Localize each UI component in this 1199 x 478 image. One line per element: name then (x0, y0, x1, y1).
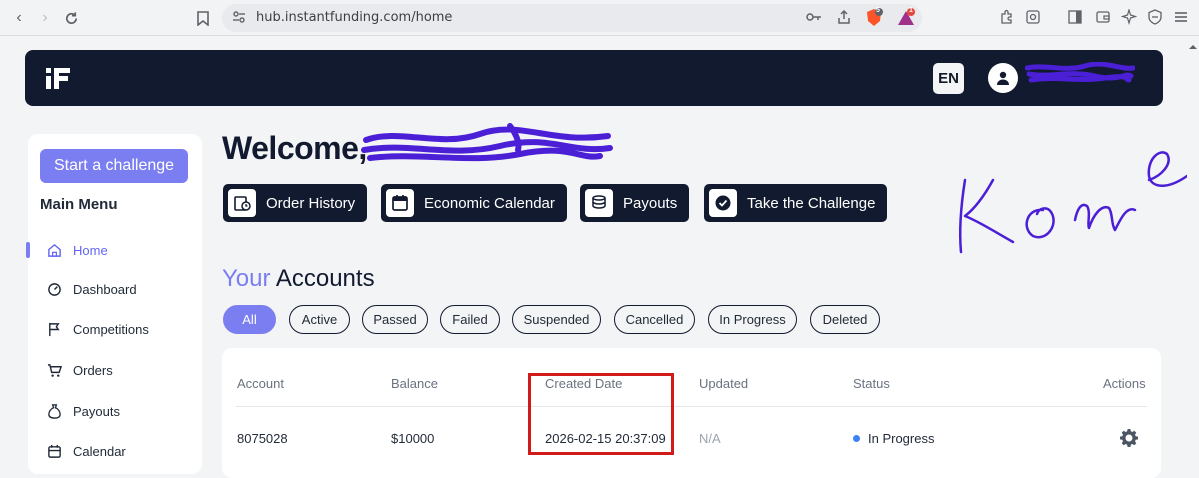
filter-all[interactable]: All (223, 305, 276, 334)
avatar[interactable] (988, 63, 1018, 93)
dashboard-icon (46, 281, 62, 297)
vpn-shield-icon[interactable] (1146, 8, 1164, 26)
filter-failed[interactable]: Failed (440, 305, 500, 334)
badge-check-icon (709, 189, 737, 217)
sidebar-item-home[interactable]: Home (46, 238, 108, 262)
brave-shield-icon[interactable]: 5 (864, 7, 884, 33)
handwritten-annotation (958, 151, 1189, 254)
extensions-icon[interactable] (998, 8, 1016, 26)
calendar-icon (46, 443, 62, 459)
flag-icon (46, 321, 62, 337)
browser-toolbar: ‹ › hub.instantfunding.com/home 5 1 (0, 0, 1199, 36)
column-header-account[interactable]: Account (237, 376, 284, 391)
header-divider (236, 406, 1147, 407)
column-header-updated[interactable]: Updated (699, 376, 748, 391)
bookmark-icon[interactable] (192, 7, 214, 29)
sidebar-item-orders[interactable]: Orders (46, 358, 113, 382)
highlight-box (528, 373, 674, 455)
app-header: EN (25, 50, 1163, 106)
shield-badge: 5 (876, 7, 880, 14)
home-icon (46, 242, 62, 258)
sidebar: Start a challenge Main Menu Home Dashboa… (26, 134, 202, 474)
settings-gear-icon[interactable] (1119, 428, 1139, 448)
share-icon[interactable] (836, 9, 852, 30)
page-scrollbar[interactable] (1187, 40, 1199, 463)
cart-icon (46, 362, 62, 378)
leo-ai-icon[interactable] (1120, 8, 1138, 26)
order-history-button[interactable]: Order History (223, 184, 368, 222)
cell-status: In Progress (853, 431, 934, 446)
sidebar-item-label: Orders (73, 362, 113, 378)
redacted-username-scribble (1025, 62, 1135, 83)
economic-calendar-button[interactable]: Economic Calendar (381, 184, 567, 222)
back-icon[interactable]: ‹ (8, 7, 30, 29)
order-history-icon (228, 189, 256, 217)
filter-passed[interactable]: Passed (362, 305, 428, 334)
site-info-icon[interactable] (232, 10, 246, 29)
url-text: hub.instantfunding.com/home (256, 10, 453, 25)
scroll-up-icon (1189, 45, 1197, 49)
sidebar-item-label: Payouts (73, 403, 120, 419)
start-challenge-button[interactable]: Start a challenge (40, 149, 188, 183)
instant-funding-logo[interactable] (45, 65, 71, 91)
key-icon[interactable] (806, 10, 822, 29)
column-header-balance[interactable]: Balance (391, 376, 438, 391)
column-header-actions: Actions (1103, 376, 1146, 391)
sidebar-item-label: Dashboard (73, 281, 137, 297)
wallet-icon[interactable] (1094, 8, 1112, 26)
menu-icon[interactable] (1172, 8, 1190, 26)
status-label: In Progress (868, 431, 935, 446)
cell-updated: N/A (699, 431, 721, 446)
accounts-title-prefix: Your (222, 265, 271, 292)
accounts-title: Your Accounts (222, 265, 375, 293)
quick-action-label: Order History (266, 194, 356, 212)
sidebar-item-calendar[interactable]: Calendar (46, 439, 126, 463)
sidebar-item-dashboard[interactable]: Dashboard (46, 277, 137, 301)
filter-deleted[interactable]: Deleted (810, 305, 880, 334)
sidebar-toggle-icon[interactable] (1066, 8, 1084, 26)
accounts-table: Account Balance Created Date Updated Sta… (222, 348, 1161, 478)
screenshot-icon[interactable] (1024, 8, 1042, 26)
sidebar-item-payouts[interactable]: Payouts (46, 399, 120, 423)
take-challenge-button[interactable]: Take the Challenge (704, 184, 888, 222)
column-header-status[interactable]: Status (853, 376, 890, 391)
user-icon (997, 71, 1009, 85)
quick-action-label: Take the Challenge (747, 194, 876, 212)
brave-rewards-icon[interactable]: 1 (896, 7, 916, 33)
payouts-button[interactable]: Payouts (580, 184, 690, 222)
status-dot-icon (853, 435, 860, 443)
sidebar-item-label: Competitions (73, 321, 149, 337)
main-menu-title: Main Menu (40, 196, 118, 213)
quick-action-label: Payouts (623, 194, 678, 212)
redacted-name-scribble (361, 123, 613, 162)
reload-icon[interactable] (60, 7, 82, 29)
address-bar[interactable]: hub.instantfunding.com/home 5 1 (222, 4, 922, 32)
quick-action-label: Economic Calendar (424, 194, 555, 212)
filter-cancelled[interactable]: Cancelled (614, 305, 695, 334)
cell-balance: $10000 (391, 431, 435, 446)
filter-in-progress[interactable]: In Progress (708, 305, 797, 334)
sidebar-item-competitions[interactable]: Competitions (46, 317, 149, 341)
cell-account: 8075028 (237, 431, 288, 446)
accounts-title-suffix: Accounts (270, 265, 375, 292)
sidebar-item-label: Home (73, 242, 108, 258)
sidebar-item-label: Calendar (73, 443, 126, 459)
language-button[interactable]: EN (933, 63, 964, 94)
welcome-heading: Welcome, (222, 130, 367, 166)
filter-suspended[interactable]: Suspended (512, 305, 601, 334)
rewards-badge: 1 (909, 7, 913, 14)
filter-active[interactable]: Active (289, 305, 350, 334)
coins-icon (585, 189, 613, 217)
calendar-icon (386, 189, 414, 217)
forward-icon[interactable]: › (34, 7, 56, 29)
money-bag-icon (46, 403, 62, 419)
active-indicator (26, 242, 30, 258)
